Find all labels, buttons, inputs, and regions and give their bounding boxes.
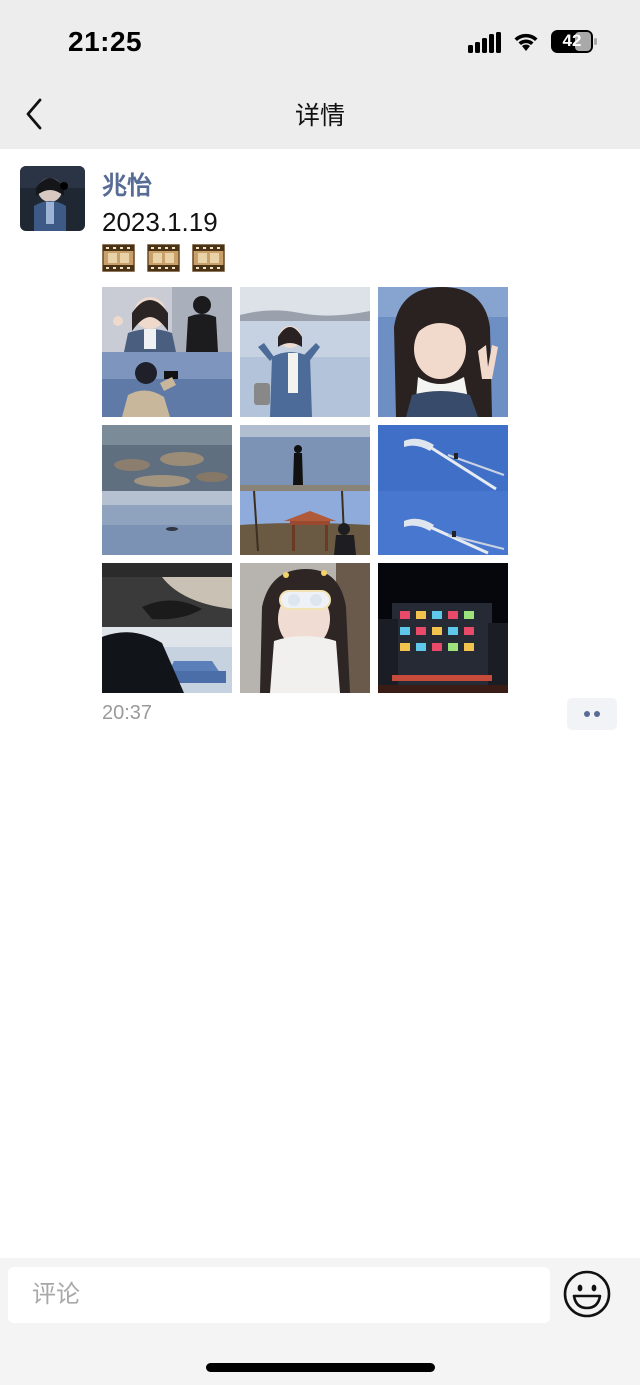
post-timestamp: 20:37 (102, 702, 153, 724)
avatar-photo (20, 166, 85, 231)
emoji-icon[interactable] (562, 1269, 612, 1319)
post-photo[interactable] (378, 425, 508, 555)
author-avatar[interactable] (20, 166, 85, 231)
more-actions-button[interactable] (567, 698, 617, 730)
post-photo[interactable] (240, 425, 370, 555)
more-dot-icon (584, 711, 590, 717)
cellular-signal-icon (468, 32, 501, 53)
film-icon (102, 244, 135, 272)
top-bar: 21:25 42 详情 (0, 0, 640, 149)
battery-level: 42 (562, 31, 582, 50)
post-photo[interactable] (102, 287, 232, 417)
post-text: 2023.1.19 (102, 207, 218, 237)
comment-input[interactable] (8, 1267, 550, 1323)
emoji-row (102, 242, 225, 276)
post-photo[interactable] (378, 563, 508, 693)
status-time: 21:25 (68, 26, 143, 57)
post-photo[interactable] (240, 287, 370, 417)
home-indicator (206, 1363, 435, 1372)
wifi-icon (514, 33, 538, 51)
post-photo[interactable] (378, 287, 508, 417)
post-photo[interactable] (240, 563, 370, 693)
comment-bar (0, 1258, 640, 1385)
battery-indicator: 42 (551, 30, 597, 53)
film-icon (192, 244, 225, 272)
photo-grid (102, 287, 508, 693)
author-name[interactable]: 兆怡 (102, 166, 152, 202)
more-dot-icon (594, 711, 600, 717)
post-photo[interactable] (102, 425, 232, 555)
film-icon (147, 244, 180, 272)
page-title: 详情 (294, 102, 345, 130)
post-photo[interactable] (102, 563, 232, 693)
